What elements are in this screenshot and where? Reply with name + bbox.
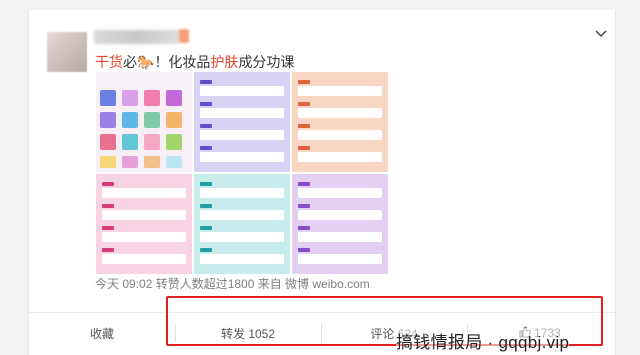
post-text-segment: 必 xyxy=(123,54,137,70)
post-text-highlight-1: 干货 xyxy=(95,54,123,70)
post-text-segment: ！化妆品 xyxy=(154,54,211,70)
post-text-highlight-2: 护肤 xyxy=(210,54,239,70)
image-tile-ingredients-grid[interactable] xyxy=(96,72,192,172)
horse-emoji: 🐎 xyxy=(137,54,155,70)
favorite-label: 收藏 xyxy=(89,326,114,341)
chevron-down-icon[interactable] xyxy=(593,26,609,42)
watermark: 搞钱情报局 · gqqbj.vip xyxy=(396,328,570,353)
image-tile-list-peach[interactable] xyxy=(292,72,388,172)
image-tile-list-pink[interactable] xyxy=(96,174,192,274)
avatar[interactable] xyxy=(47,32,87,72)
user-badge xyxy=(179,29,189,43)
image-tile-list-purple[interactable] xyxy=(194,72,290,172)
post-text: 干货必🐎！化妆品护肤成分功课 xyxy=(95,52,294,72)
post-text-segment: 成分功课 xyxy=(238,54,295,70)
image-tile-list-lavender[interactable] xyxy=(292,174,388,274)
post-meta: 今天 09:02 转赞人数超过1800 来自 微博 weibo.com xyxy=(95,277,370,291)
post-image-collage[interactable] xyxy=(96,72,388,274)
favorite-button[interactable]: 收藏 xyxy=(29,313,175,353)
username-blurred[interactable] xyxy=(94,30,180,44)
image-tile-list-teal[interactable] xyxy=(194,174,290,274)
